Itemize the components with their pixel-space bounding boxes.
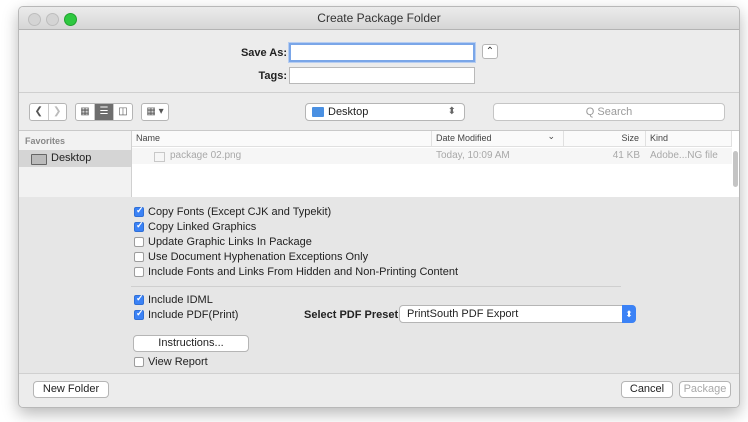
col-date-modified[interactable]: Date Modified ⌄ bbox=[432, 131, 564, 146]
save-as-label: Save As: bbox=[240, 47, 287, 59]
tags-input[interactable] bbox=[289, 67, 475, 84]
file-icon bbox=[154, 152, 165, 162]
include-pdf-label: Include PDF(Print) bbox=[148, 309, 239, 321]
view-report-checkbox[interactable] bbox=[134, 357, 144, 367]
icon-view-button[interactable]: ▦ bbox=[76, 104, 95, 120]
forward-button[interactable]: ❯ bbox=[49, 104, 67, 120]
arrange-control: ▦ ▾ bbox=[141, 103, 169, 121]
include-idml-label: Include IDML bbox=[148, 294, 213, 306]
chevron-right-icon: ❯ bbox=[53, 106, 62, 117]
sidebar: Favorites Desktop bbox=[19, 131, 132, 197]
cancel-button[interactable]: Cancel bbox=[621, 381, 673, 398]
search-input[interactable]: Q Search bbox=[493, 103, 725, 121]
column-view-button[interactable]: ◫ bbox=[114, 104, 132, 120]
new-folder-button[interactable]: New Folder bbox=[33, 381, 109, 398]
column-header: Name Date Modified ⌄ Size Kind bbox=[132, 131, 732, 147]
view-report-label: View Report bbox=[148, 356, 208, 368]
icon-view-icon: ▦ bbox=[80, 106, 90, 117]
hyphenation-exceptions-checkbox[interactable] bbox=[134, 252, 144, 262]
location-label: Desktop bbox=[328, 106, 369, 118]
table-row[interactable]: package 02.png Today, 10:09 AM 41 KB Ado… bbox=[132, 148, 732, 164]
list-view-button[interactable]: ☰ bbox=[95, 104, 114, 120]
tags-label: Tags: bbox=[258, 70, 287, 82]
copy-linked-graphics-checkbox[interactable] bbox=[134, 220, 144, 232]
copy-fonts-label: Copy Fonts (Except CJK and Typekit) bbox=[148, 206, 332, 218]
save-as-input[interactable] bbox=[289, 43, 475, 62]
create-package-dialog: Create Package Folder Save As: ⌃ Tags: ❮… bbox=[18, 6, 740, 408]
options-divider bbox=[131, 286, 621, 287]
column-view-icon: ◫ bbox=[118, 106, 128, 117]
pdf-preset-label: Select PDF Preset: bbox=[304, 309, 402, 321]
file-date: Today, 10:09 AM bbox=[436, 150, 510, 161]
chevron-left-icon: ❮ bbox=[34, 106, 43, 117]
select-arrows-icon: ⬍ bbox=[622, 305, 636, 323]
dialog-footer: New Folder Cancel Package bbox=[19, 373, 739, 407]
col-kind[interactable]: Kind bbox=[646, 131, 732, 146]
include-hidden-content-label: Include Fonts and Links From Hidden and … bbox=[148, 266, 459, 278]
location-popup[interactable]: Desktop ⬍ bbox=[305, 103, 465, 121]
update-graphic-links-label: Update Graphic Links In Package bbox=[148, 236, 312, 248]
sidebar-item-desktop[interactable]: Desktop bbox=[19, 150, 131, 167]
file-kind: Adobe...NG file bbox=[650, 150, 718, 161]
col-size[interactable]: Size bbox=[564, 131, 646, 146]
collapse-panel-button[interactable]: ⌃ bbox=[482, 44, 498, 59]
back-button[interactable]: ❮ bbox=[30, 104, 49, 120]
popup-arrows-icon: ⬍ bbox=[447, 106, 456, 117]
divider bbox=[19, 92, 739, 93]
package-button[interactable]: Package bbox=[679, 381, 731, 398]
include-hidden-content-checkbox[interactable] bbox=[134, 267, 144, 277]
sort-chevron-icon: ⌄ bbox=[547, 131, 555, 141]
window-title: Create Package Folder bbox=[317, 11, 441, 25]
arrange-button[interactable]: ▦ ▾ bbox=[142, 104, 168, 120]
copy-linked-graphics-label: Copy Linked Graphics bbox=[148, 221, 257, 233]
col-name[interactable]: Name bbox=[132, 131, 432, 146]
hyphenation-exceptions-label: Use Document Hyphenation Exceptions Only bbox=[148, 251, 369, 263]
package-options-panel: Copy Fonts (Except CJK and Typekit) Copy… bbox=[19, 197, 739, 373]
chevron-up-icon: ⌃ bbox=[485, 46, 495, 57]
file-name: package 02.png bbox=[170, 150, 242, 161]
sidebar-item-label: Desktop bbox=[51, 152, 92, 164]
view-mode-control: ▦ ☰ ◫ bbox=[75, 103, 133, 121]
include-pdf-checkbox[interactable] bbox=[134, 308, 144, 320]
include-idml-checkbox[interactable] bbox=[134, 293, 144, 305]
col-date-label: Date Modified bbox=[436, 133, 492, 143]
copy-fonts-checkbox[interactable] bbox=[134, 205, 144, 217]
file-browser: Favorites Desktop Name Date Modified ⌄ S… bbox=[19, 130, 739, 198]
arrange-icon: ▦ ▾ bbox=[146, 106, 164, 117]
sidebar-heading: Favorites bbox=[25, 136, 66, 146]
pdf-preset-select[interactable]: PrintSouth PDF Export ⬍ bbox=[399, 305, 636, 323]
instructions-button[interactable]: Instructions... bbox=[133, 335, 249, 352]
desktop-icon bbox=[31, 154, 47, 165]
update-graphic-links-checkbox[interactable] bbox=[134, 237, 144, 247]
title-bar: Create Package Folder bbox=[19, 7, 739, 30]
scrollbar-thumb[interactable] bbox=[733, 151, 738, 187]
pdf-preset-value: PrintSouth PDF Export bbox=[407, 308, 519, 320]
list-view-icon: ☰ bbox=[99, 106, 109, 117]
folder-icon bbox=[312, 107, 324, 117]
back-forward-control: ❮ ❯ bbox=[29, 103, 67, 121]
file-size: 41 KB bbox=[612, 150, 640, 161]
